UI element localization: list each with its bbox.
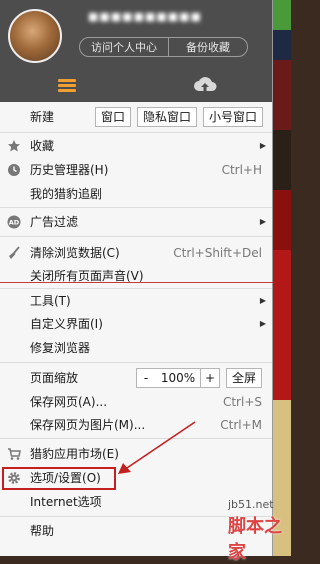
- menu-item-history[interactable]: 历史管理器(H) Ctrl+H: [0, 159, 272, 181]
- menu-item-label: 保存网页(A)...: [30, 395, 108, 409]
- annotation-highlight-box: [2, 467, 116, 490]
- fullscreen-button[interactable]: 全屏: [226, 368, 262, 388]
- menu-item-label: 关闭所有页面声音(V): [30, 269, 144, 283]
- menu-item-label: 收藏: [30, 139, 55, 153]
- new-label: 新建: [30, 110, 55, 124]
- menu-item-label: 帮助: [30, 524, 55, 538]
- shortcut-text: Ctrl+M: [220, 418, 262, 432]
- menu-item-my-chase[interactable]: 我的猎豹追剧: [0, 183, 272, 205]
- broom-icon: [9, 246, 20, 259]
- tab-cloud-sync[interactable]: [137, 70, 272, 102]
- menu-item-ad-filter[interactable]: AD 广告过滤 ▶: [0, 211, 272, 233]
- chevron-right-icon: ▶: [259, 296, 266, 305]
- menu-item-favorites[interactable]: 收藏 ▶: [0, 135, 272, 157]
- menu-item-label: 历史管理器(H): [30, 163, 109, 177]
- ad-icon: AD: [7, 215, 21, 229]
- page-zoom-label: 页面缩放: [30, 371, 79, 385]
- shortcut-text: Ctrl+H: [221, 163, 262, 177]
- star-icon: [8, 140, 20, 152]
- chevron-right-icon: ▶: [259, 319, 266, 328]
- menu-item-label: 工具(T): [30, 294, 71, 308]
- username: ■■■■■■■■■■: [88, 10, 202, 23]
- clock-icon: [8, 164, 20, 176]
- watermark-name: 脚本之家: [228, 516, 282, 563]
- menu-header: ■■■■■■■■■■ 访问个人中心 备份收藏: [0, 0, 272, 102]
- menu-item-label: 广告过滤: [30, 215, 79, 229]
- menu-item-label: 猎豹应用市场(E): [30, 447, 119, 461]
- separator: [0, 288, 272, 289]
- new-window-button[interactable]: 窗口: [95, 107, 131, 127]
- annotation-line: [0, 282, 273, 283]
- menu-item-save-page[interactable]: 保存网页(A)... Ctrl+S: [0, 391, 272, 413]
- annotation-arrow: [118, 421, 196, 474]
- menu-item-customize[interactable]: 自定义界面(I) ▶: [0, 313, 272, 335]
- menu-item-clear-data[interactable]: 清除浏览数据(C) Ctrl+Shift+Del: [0, 242, 272, 264]
- zoom-in-button[interactable]: +: [200, 368, 220, 388]
- new-row: 新建 窗口 隐私窗口 小号窗口: [0, 106, 272, 128]
- zoom-row: 页面缩放 - 100% + 全屏: [0, 367, 272, 389]
- separator: [0, 132, 272, 133]
- cloud-upload-icon: [194, 77, 217, 91]
- separator: [0, 207, 272, 208]
- menu-item-label: Internet选项: [30, 495, 102, 509]
- menu-item-tools[interactable]: 工具(T) ▶: [0, 290, 272, 312]
- menu-item-label: 修复浏览器: [30, 341, 91, 355]
- separator: [0, 362, 272, 363]
- backup-favorites-button[interactable]: 备份收藏: [168, 37, 248, 57]
- chevron-right-icon: ▶: [259, 141, 266, 150]
- zoom-value: 100%: [155, 368, 201, 388]
- shortcut-text: Ctrl+Shift+Del: [173, 246, 262, 260]
- menu-item-label: 自定义界面(I): [30, 317, 103, 331]
- shopping-cart-icon: [8, 448, 21, 460]
- avatar[interactable]: [8, 9, 62, 63]
- menu-item-label: 我的猎豹追剧: [30, 187, 103, 201]
- zoom-out-button[interactable]: -: [136, 368, 156, 388]
- browser-main-menu: ■■■■■■■■■■ 访问个人中心 备份收藏 新建 窗口 隐私窗口 小号窗口 收…: [0, 0, 273, 556]
- separator: [0, 236, 272, 237]
- menu-item-repair[interactable]: 修复浏览器: [0, 337, 272, 359]
- small-window-button[interactable]: 小号窗口: [203, 107, 263, 127]
- shortcut-text: Ctrl+S: [222, 395, 262, 409]
- menu-item-label: 清除浏览数据(C): [30, 246, 120, 260]
- visit-personal-center-button[interactable]: 访问个人中心: [79, 37, 169, 57]
- private-window-button[interactable]: 隐私窗口: [137, 107, 197, 127]
- menu-item-mute-all[interactable]: 关闭所有页面声音(V): [0, 265, 272, 287]
- chevron-right-icon: ▶: [259, 217, 266, 226]
- background-page-strip: [273, 0, 291, 556]
- tab-menu[interactable]: [0, 70, 135, 102]
- watermark-site: jb51.net: [228, 498, 274, 511]
- svg-text:AD: AD: [9, 219, 20, 227]
